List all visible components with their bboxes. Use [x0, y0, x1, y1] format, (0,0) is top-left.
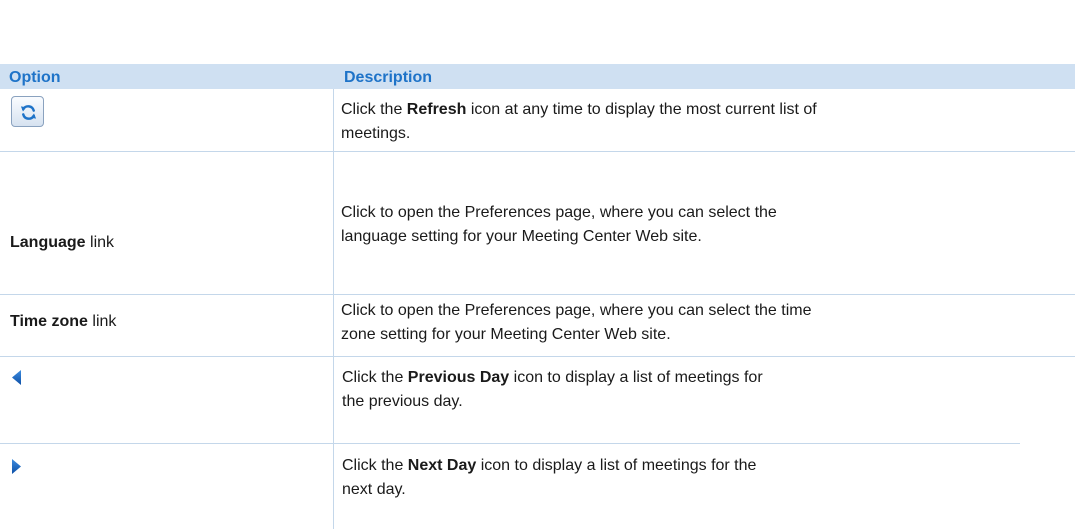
- option-time-zone: Time zone link: [10, 313, 117, 330]
- desc-time-zone: Click to open the Preferences page, wher…: [341, 299, 1061, 347]
- desc-language-line1: Click to open the Preferences page, wher…: [341, 204, 777, 221]
- desc-previous-day-line2: the previous day.: [342, 393, 463, 410]
- row-divider: [0, 294, 1075, 295]
- desc-previous-day: Click the Previous Day icon to display a…: [342, 366, 1062, 414]
- desc-refresh-line2: meetings.: [341, 125, 411, 142]
- desc-language: Click to open the Preferences page, wher…: [341, 201, 1061, 249]
- row-divider: [0, 356, 1075, 357]
- desc-next-day: Click the Next Day icon to display a lis…: [342, 454, 1062, 502]
- column-divider: [333, 89, 334, 529]
- header-description: Description: [344, 69, 433, 86]
- desc-time-zone-line2: zone setting for your Meeting Center Web…: [341, 326, 671, 343]
- table-header: Option Description: [0, 64, 1075, 89]
- row-divider: [0, 151, 1075, 152]
- refresh-icon[interactable]: [11, 96, 44, 127]
- desc-refresh-line1: Click the Refresh icon at any time to di…: [341, 101, 817, 118]
- desc-refresh: Click the Refresh icon at any time to di…: [341, 98, 1061, 146]
- top-band: [0, 0, 1075, 64]
- option-language: Language link: [10, 234, 115, 251]
- desc-next-day-line2: next day.: [342, 481, 406, 498]
- row-divider: [0, 443, 1020, 444]
- previous-day-icon[interactable]: [11, 369, 23, 386]
- next-day-icon[interactable]: [11, 458, 23, 475]
- desc-previous-day-line1: Click the Previous Day icon to display a…: [342, 369, 763, 386]
- refresh-arrows-glyph: [20, 105, 37, 120]
- desc-language-line2: language setting for your Meeting Center…: [341, 228, 702, 245]
- time-zone-link[interactable]: Time zone: [10, 313, 88, 330]
- language-link[interactable]: Language: [10, 234, 86, 251]
- header-option: Option: [9, 69, 61, 86]
- desc-time-zone-line1: Click to open the Preferences page, wher…: [341, 302, 812, 319]
- desc-next-day-line1: Click the Next Day icon to display a lis…: [342, 457, 757, 474]
